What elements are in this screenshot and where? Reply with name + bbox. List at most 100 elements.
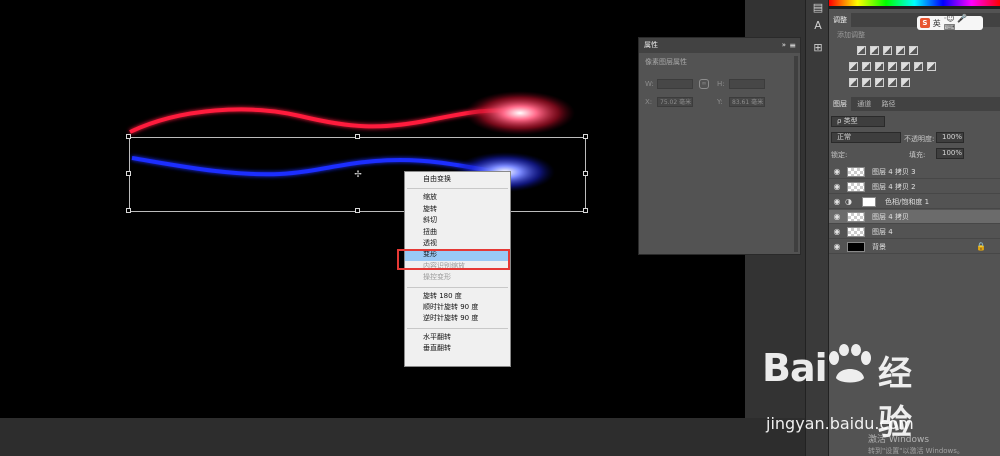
visibility-eye-icon[interactable]: ◉ [832,165,842,179]
menu-item[interactable]: 旋转 [405,204,510,215]
paw-icon [829,344,871,383]
menu-item[interactable]: 自由变换 [405,174,510,185]
height-label: H: [717,80,725,88]
tab-channels[interactable]: 通道 [853,97,875,111]
invert-icon[interactable] [849,78,858,87]
visibility-eye-icon[interactable]: ◉ [832,195,842,209]
threshold-icon[interactable] [875,78,884,87]
menu-separator [407,188,508,190]
ime-toolbar[interactable]: S 英 ·☺ 🎤 ⌨ [917,14,983,32]
visibility-eye-icon[interactable]: ◉ [832,180,842,194]
character-icon[interactable]: A [810,18,826,34]
menu-item[interactable]: 扭曲 [405,227,510,238]
fill-label: 填充: [909,151,926,159]
blend-mode-select[interactable]: 正常 [831,132,901,143]
color-lookup-icon[interactable] [927,62,936,71]
layer-filter-select[interactable]: ρ 类型 [831,116,885,127]
transform-handle-bottom-right[interactable] [583,208,588,213]
menu-item[interactable]: 透视 [405,238,510,249]
layer-row[interactable]: ◉ 图层 4 拷贝 [829,210,1000,224]
link-icon[interactable]: ∞ [699,79,709,89]
layer-row[interactable]: ◉ 图层 4 拷贝 3 [829,165,1000,179]
menu-item[interactable]: 斜切 [405,215,510,226]
properties-title-bar: 属性 » ≡ [639,38,800,53]
layer-row[interactable]: ◉ 图层 4 拷贝 2 [829,180,1000,194]
layer-row[interactable]: ◉ 图层 4 [829,225,1000,239]
brightness-icon[interactable] [857,46,866,55]
transform-handle-bottom-center[interactable] [355,208,360,213]
width-field[interactable] [657,79,693,89]
layer-name: 色相/饱和度 1 [885,198,930,206]
properties-title: 属性 [644,41,658,49]
adjustments-row-1 [857,46,997,55]
lock-icon: 🔒 [976,242,986,251]
hue-saturation-icon[interactable] [862,62,871,71]
transform-reference-point-icon[interactable]: ✢ [354,171,362,180]
visibility-eye-icon[interactable]: ◉ [832,240,842,254]
tab-layers[interactable]: 图层 [829,97,851,111]
activate-windows-subtitle: 转到"设置"以激活 Windows。 [868,447,964,455]
menu-separator [407,327,508,329]
fill-field[interactable]: 100% [936,148,964,159]
transform-handle-top-left[interactable] [126,134,131,139]
opacity-field[interactable]: 100% [936,132,964,143]
menu-item[interactable]: 顺时针旋转 90 度 [405,302,510,313]
selective-color-icon[interactable] [901,78,910,87]
ime-tools-icons[interactable]: ·☺ 🎤 ⌨ [944,14,980,32]
vibrance-icon[interactable] [849,62,858,71]
properties-scrollbar[interactable] [794,56,798,252]
curves-icon[interactable] [883,46,892,55]
channel-mixer-icon[interactable] [914,62,923,71]
activate-windows-title: 激活 Windows [868,435,930,445]
posterize-icon[interactable] [862,78,871,87]
tab-paths[interactable]: 路径 [877,97,899,111]
transform-handle-top-right[interactable] [583,134,588,139]
transform-handle-top-center[interactable] [355,134,360,139]
triangle-icon[interactable] [909,46,918,55]
layer-row[interactable]: ◉ ◑ 色相/饱和度 1 [829,195,1000,209]
menu-item[interactable]: 垂直翻转 [405,343,510,354]
menu-item[interactable]: 旋转 180 度 [405,291,510,302]
menu-item[interactable]: 缩放 [405,192,510,203]
x-field[interactable]: 75.02 毫米 [657,97,693,107]
transform-handle-middle-right[interactable] [583,171,588,176]
levels-icon[interactable] [870,46,879,55]
visibility-eye-icon[interactable]: ◉ [832,210,842,224]
collapse-icon[interactable]: » [782,38,786,53]
layer-thumbnail [847,227,865,237]
tab-adjustments[interactable]: 调整 [829,13,851,27]
adjustment-layer-icon: ◑ [845,197,852,206]
layer-name: 图层 4 拷贝 [872,213,909,221]
adjustments-subtitle: 添加调整 [837,31,865,39]
gradient-map-icon[interactable] [888,78,897,87]
red-ribbon [129,107,521,134]
height-field[interactable] [729,79,765,89]
adjustments-row-3 [849,78,989,87]
layer-thumbnail [847,167,865,177]
x-label: X: [645,98,653,106]
menu-item[interactable]: 水平翻转 [405,332,510,343]
black-white-icon[interactable] [888,62,897,71]
layer-row[interactable]: ◉ 背景 🔒 [829,240,1000,254]
history-icon[interactable]: ▤ [810,0,826,16]
visibility-eye-icon[interactable]: ◉ [832,225,842,239]
red-flare [465,91,575,135]
color-panel[interactable] [829,0,1000,9]
red-callout-box [397,249,510,270]
color-spectrum[interactable] [829,0,1000,6]
panel-menu-icon[interactable]: ≡ [789,38,796,53]
document-canvas[interactable]: ✢ [0,0,745,418]
exposure-icon[interactable] [896,46,905,55]
lock-label: 锁定: [831,151,848,159]
menu-item[interactable]: 逆时针旋转 90 度 [405,313,510,324]
transform-handle-middle-left[interactable] [126,171,131,176]
y-field[interactable]: 83.61 毫米 [729,97,765,107]
properties-panel: 属性 » ≡ 像素图层属性 W: ∞ H: X: 75.02 毫米 Y: 83.… [638,37,801,255]
ime-language[interactable]: 英 [933,18,941,29]
properties-icon[interactable]: ⊞ [810,40,826,56]
transform-handle-bottom-left[interactable] [126,208,131,213]
color-balance-icon[interactable] [875,62,884,71]
photo-filter-icon[interactable] [901,62,910,71]
width-label: W: [645,80,654,88]
layer-name: 图层 4 [872,228,893,236]
